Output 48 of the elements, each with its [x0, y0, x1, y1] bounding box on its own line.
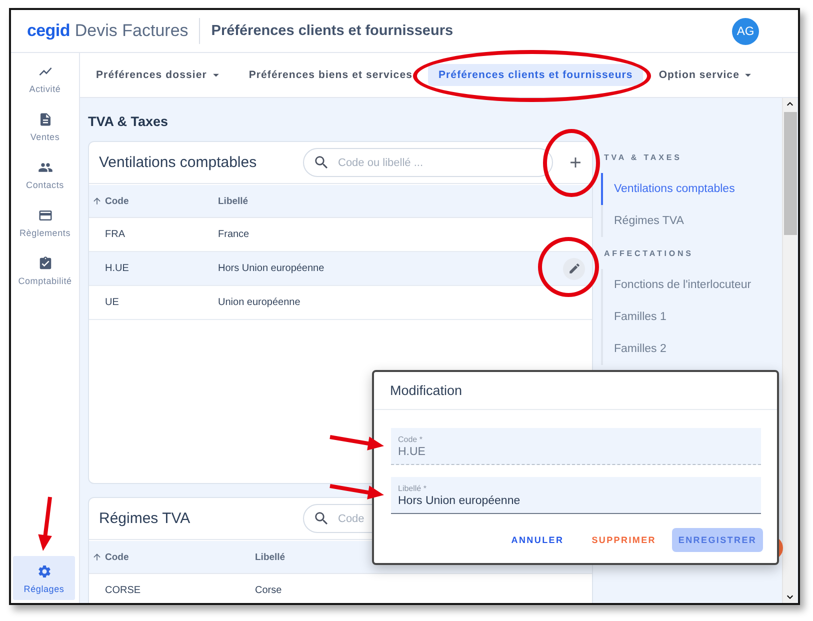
tab[interactable]: Option service [648, 64, 766, 86]
dialog-title: Modification [374, 372, 777, 410]
nav-link[interactable]: Fonctions de l'interlocuteur [601, 269, 782, 301]
tab[interactable]: Préférences dossier [86, 64, 233, 86]
column-header[interactable]: Code [89, 552, 255, 562]
nav-link[interactable]: Familles 1 [601, 301, 782, 333]
page-title: Préférences clients et fournisseurs [211, 23, 454, 39]
nav-link[interactable]: Familles 2 [601, 333, 782, 365]
edit-button[interactable] [563, 258, 585, 280]
nav-link[interactable]: Régimes TVA [601, 205, 782, 237]
search-icon [313, 510, 330, 527]
table-cell-text: CORSE [104, 585, 142, 596]
tab[interactable]: Préférences clients et fournisseurs [428, 64, 643, 86]
scrollbar[interactable] [782, 98, 797, 603]
document-icon [38, 112, 52, 127]
sidebar-item[interactable]: Règlements [11, 208, 79, 256]
user-avatar[interactable]: AG [732, 18, 759, 44]
table-cell-text: H.UE [104, 263, 130, 274]
delete-button[interactable]: SUPPRIMER [580, 528, 668, 552]
card-title: Ventilations comptables [99, 154, 258, 171]
table-cell-text: FRA [104, 229, 126, 240]
clipboard-check-icon [38, 256, 52, 271]
cancel-button[interactable]: ANNULER [499, 528, 576, 552]
section-label: AFFECTATIONS [603, 248, 694, 260]
settings-icon [36, 564, 52, 579]
tab[interactable]: Préférences biens et services [238, 64, 422, 86]
table-cell: France [218, 229, 250, 240]
table-cell: Corse [255, 585, 282, 596]
search-icon [313, 154, 330, 171]
brand-logo: cegid [27, 21, 70, 41]
people-icon [38, 160, 52, 175]
scrollbar-thumb[interactable] [784, 112, 796, 235]
credit-card-icon [38, 208, 52, 223]
table-cell-text: UE [104, 297, 120, 308]
card-title: Régimes TVA [99, 510, 192, 527]
sidebar-item[interactable]: Activité [11, 64, 79, 112]
sidebar-item[interactable]: Contacts [11, 160, 79, 208]
section-label: TVA & TAXES [603, 152, 683, 164]
table-cell: Hors Union européenne [218, 263, 324, 274]
app-name: Devis Factures [74, 21, 188, 41]
table-cell: Union européenne [218, 297, 300, 308]
column-header[interactable]: Code [89, 196, 218, 206]
search-field[interactable]: Code ou libellé ... [303, 148, 553, 177]
sidebar-item[interactable]: Ventes [11, 112, 79, 160]
section-title: TVA & Taxes [88, 114, 170, 130]
pencil-icon [568, 262, 580, 275]
sidebar-item[interactable]: Comptabilité [11, 256, 79, 304]
column-header[interactable]: Libellé [218, 196, 592, 206]
